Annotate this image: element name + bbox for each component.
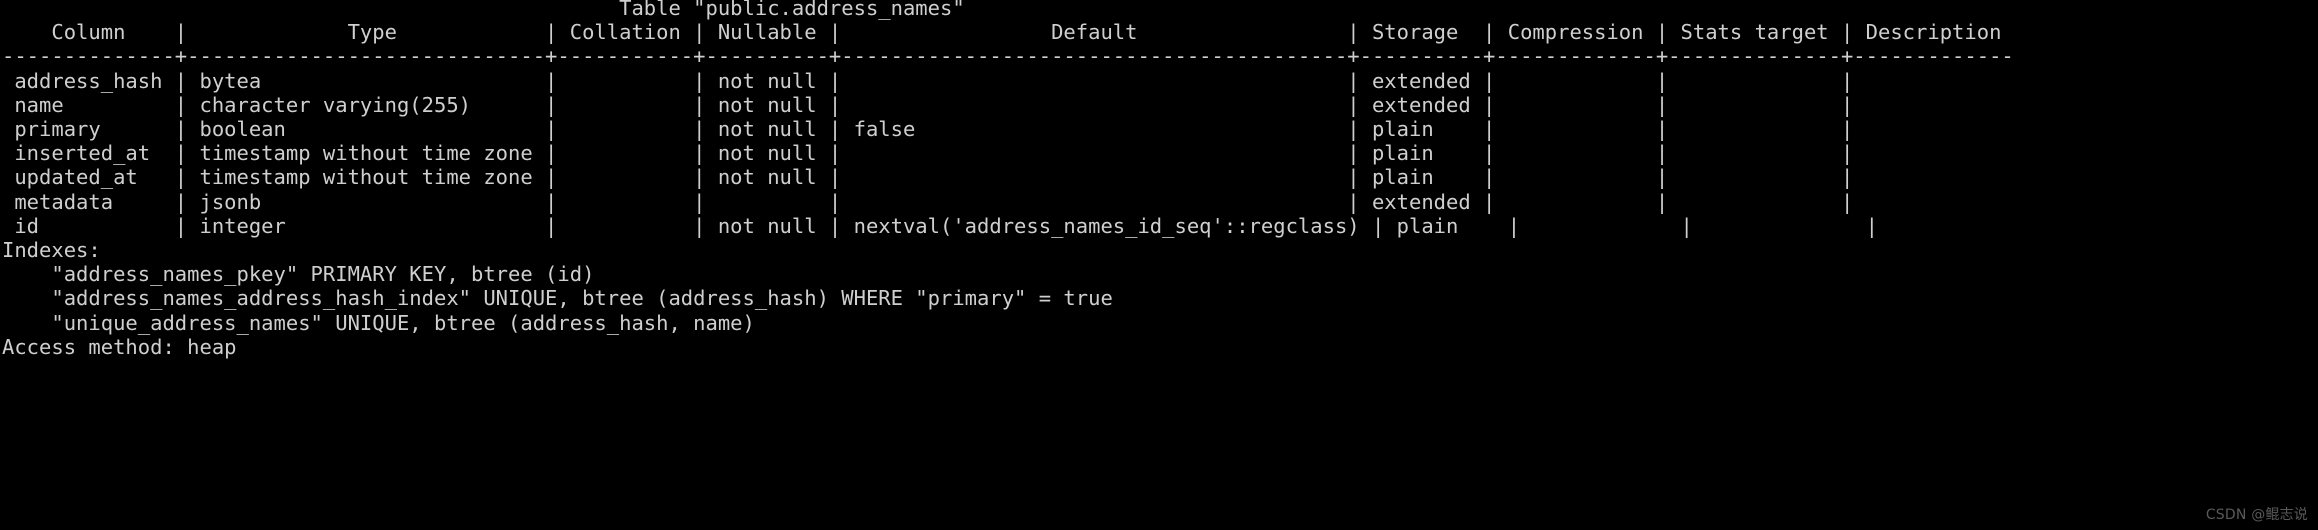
csdn-watermark: CSDN @鲲志说 (2205, 507, 2308, 523)
terminal-window: Table "public.address_names" Column | Ty… (0, 0, 2318, 530)
psql-table-description-output: Table "public.address_names" Column | Ty… (2, 0, 2014, 359)
